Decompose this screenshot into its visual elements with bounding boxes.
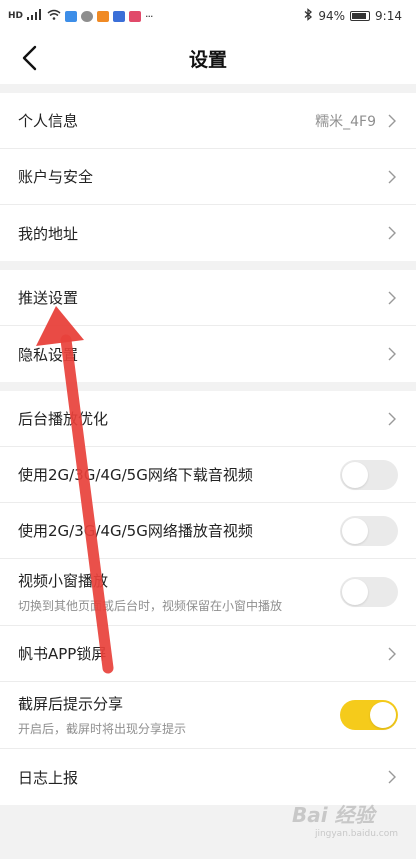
- row-push-settings[interactable]: 推送设置: [0, 270, 416, 326]
- row-screenshot-share: 截屏后提示分享 开启后，截屏时将出现分享提示: [0, 682, 416, 749]
- nav-bar: 设置: [0, 32, 416, 84]
- clock: 9:14: [375, 9, 402, 23]
- chevron-right-icon: [388, 225, 398, 241]
- row-label: 推送设置: [18, 289, 79, 307]
- row-my-address[interactable]: 我的地址: [0, 205, 416, 261]
- battery-percent: 94%: [318, 9, 346, 23]
- row-label: 隐私设置: [18, 345, 79, 364]
- status-icons-left: HD ···: [8, 9, 153, 23]
- settings-group-privacy: 推送设置 隐私设置: [0, 270, 416, 382]
- chevron-right-icon: [388, 346, 398, 362]
- row-description: 开启后，截屏时将出现分享提示: [18, 722, 187, 736]
- row-app-lock[interactable]: 帆书APP锁屏: [0, 626, 416, 682]
- nickname-value: 糯米_4F9: [315, 113, 376, 130]
- mobile-download-toggle[interactable]: [340, 459, 398, 490]
- screenshot-share-toggle[interactable]: [340, 700, 398, 730]
- mobile-play-toggle[interactable]: [340, 515, 398, 546]
- watermark-text: Bai 经验: [292, 803, 375, 827]
- row-mobile-download: 使用2G/3G/4G/5G网络下载音视频: [0, 447, 416, 503]
- signal-icon: [27, 9, 43, 23]
- chevron-right-icon: [388, 411, 398, 427]
- row-label: 后台播放优化: [18, 410, 109, 428]
- row-label: 账户与安全: [18, 168, 94, 186]
- row-label: 我的地址: [18, 224, 79, 243]
- chevron-right-icon: [388, 646, 398, 662]
- chat-notification-icon: [81, 10, 94, 22]
- status-bar: HD ··· 94% 9:14: [0, 0, 416, 32]
- watermark-url: jingyan.baidu.com: [314, 829, 398, 839]
- more-icon: ···: [145, 9, 153, 23]
- chevron-right-icon: [388, 769, 398, 785]
- status-icons-right: 94% 9:14: [304, 8, 402, 24]
- row-label: 使用2G/3G/4G/5G网络播放音视频: [18, 522, 253, 540]
- mini-window-toggle[interactable]: [340, 577, 398, 607]
- video-notification-icon: [97, 10, 110, 22]
- app-notification-icon: [113, 10, 126, 22]
- row-description: 切换到其他页面或后台时，视频保留在小窗中播放: [18, 599, 283, 613]
- row-label: 使用2G/3G/4G/5G网络下载音视频: [18, 466, 253, 484]
- page-title: 设置: [188, 48, 227, 71]
- back-button[interactable]: [14, 42, 44, 74]
- row-account-security[interactable]: 账户与安全: [0, 149, 416, 205]
- row-log-report[interactable]: 日志上报: [0, 749, 416, 805]
- row-label: 帆书APP锁屏: [18, 645, 107, 663]
- settings-group-account: 个人信息 糯米_4F9 账户与安全 我的地址: [0, 93, 416, 261]
- row-personal-info[interactable]: 个人信息 糯米_4F9: [0, 93, 416, 149]
- chevron-right-icon: [388, 169, 398, 185]
- hd-indicator: HD: [8, 11, 24, 21]
- row-label: 日志上报: [18, 768, 79, 787]
- app-notification-icon: [65, 10, 78, 22]
- back-arrow-icon: [22, 45, 37, 71]
- row-label: 视频小窗播放: [18, 572, 109, 590]
- row-mobile-play: 使用2G/3G/4G/5G网络播放音视频: [0, 503, 416, 559]
- settings-group-playback: 后台播放优化 使用2G/3G/4G/5G网络下载音视频 使用2G/3G/4G/5…: [0, 391, 416, 805]
- chevron-right-icon: [388, 290, 398, 306]
- bluetooth-icon: [304, 8, 313, 24]
- row-mini-window: 视频小窗播放 切换到其他页面或后台时，视频保留在小窗中播放: [0, 559, 416, 626]
- chevron-right-icon: [388, 113, 398, 129]
- row-label: 个人信息: [18, 112, 79, 130]
- watermark-logo: Bai 经验 jingyan.baidu.com: [292, 799, 402, 839]
- app-notification-icon: [129, 10, 142, 22]
- battery-icon: [350, 11, 371, 21]
- row-background-playback[interactable]: 后台播放优化: [0, 391, 416, 447]
- wifi-icon: [47, 9, 61, 23]
- row-label: 截屏后提示分享: [18, 695, 124, 713]
- row-privacy-settings[interactable]: 隐私设置: [0, 326, 416, 382]
